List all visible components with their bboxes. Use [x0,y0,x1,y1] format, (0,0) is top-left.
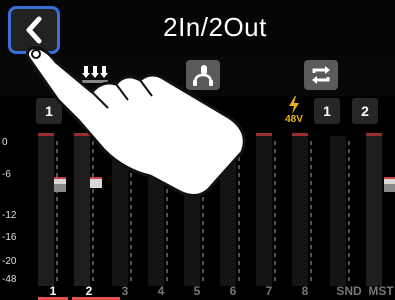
peak-indicator [366,133,382,136]
channel-strip[interactable] [366,136,382,286]
channel-label-mst: MST [368,284,394,298]
peak-indicator [292,133,308,136]
channel-label-1: 1 [49,284,57,298]
channel-strip[interactable] [74,136,90,286]
level-meter [274,141,276,281]
scale-label: -48 [2,274,17,285]
channel-strip[interactable] [256,136,272,286]
level-meter [202,141,204,281]
channel-strip[interactable] [38,136,54,286]
loop-button[interactable] [304,60,338,90]
level-meter [56,141,58,281]
level-meter [238,141,240,281]
input-channel-box-1[interactable]: 1 [36,98,62,124]
level-meter [348,141,350,281]
channel-strip[interactable] [292,136,308,286]
peak-indicator [220,133,236,136]
scale-label: -20 [2,256,17,267]
fader-knob[interactable] [90,172,102,194]
peak-indicator [74,133,90,136]
peak-indicator [38,133,54,136]
level-meter [92,141,94,281]
phantom-power-indicator: 48V [283,96,305,126]
output-channel-box-1[interactable]: 1 [314,98,340,124]
headphone-mic-button[interactable] [186,60,220,90]
level-meter [166,141,168,281]
page-title: 2In/2Out [163,12,267,42]
mixer-panel: 1 48V 1 2 0 -6 -12 -16 -20 -48 1 2 3 4 5… [0,96,395,300]
header-bar: 2In/2Out [0,0,395,54]
toolbar [0,54,395,96]
channel-label-3: 3 [121,284,129,298]
routing-icon [82,66,108,83]
channel-label-snd: SND [336,284,362,298]
back-button[interactable] [8,6,60,54]
channel-strip[interactable] [148,136,164,286]
loop-icon [312,66,330,84]
channel-strip[interactable] [330,136,346,286]
channel-label-8: 8 [301,284,309,298]
channel-strip[interactable] [220,136,236,286]
channel-strip[interactable] [112,136,128,286]
output-channel-box-2[interactable]: 2 [352,98,378,124]
fader-knob[interactable] [54,172,66,194]
scale-label: -6 [2,169,11,180]
routing-button[interactable] [78,60,112,90]
channel-label-6: 6 [229,284,237,298]
lightning-icon [289,96,299,114]
phantom-power-label: 48V [285,114,303,125]
fader-knob[interactable] [384,172,395,194]
channel-label-4: 4 [157,284,165,298]
channel-strip[interactable] [184,136,200,286]
channel-label-5: 5 [193,284,201,298]
level-meter [310,141,312,281]
level-meter [130,141,132,281]
headphone-mic-icon [193,65,213,86]
chevron-left-icon [26,16,42,44]
channel-label-7: 7 [265,284,273,298]
channel-label-2: 2 [85,284,93,298]
peak-indicator [256,133,272,136]
scale-label: -12 [2,210,17,221]
scale-label: -16 [2,232,17,243]
scale-label: 0 [2,137,8,148]
